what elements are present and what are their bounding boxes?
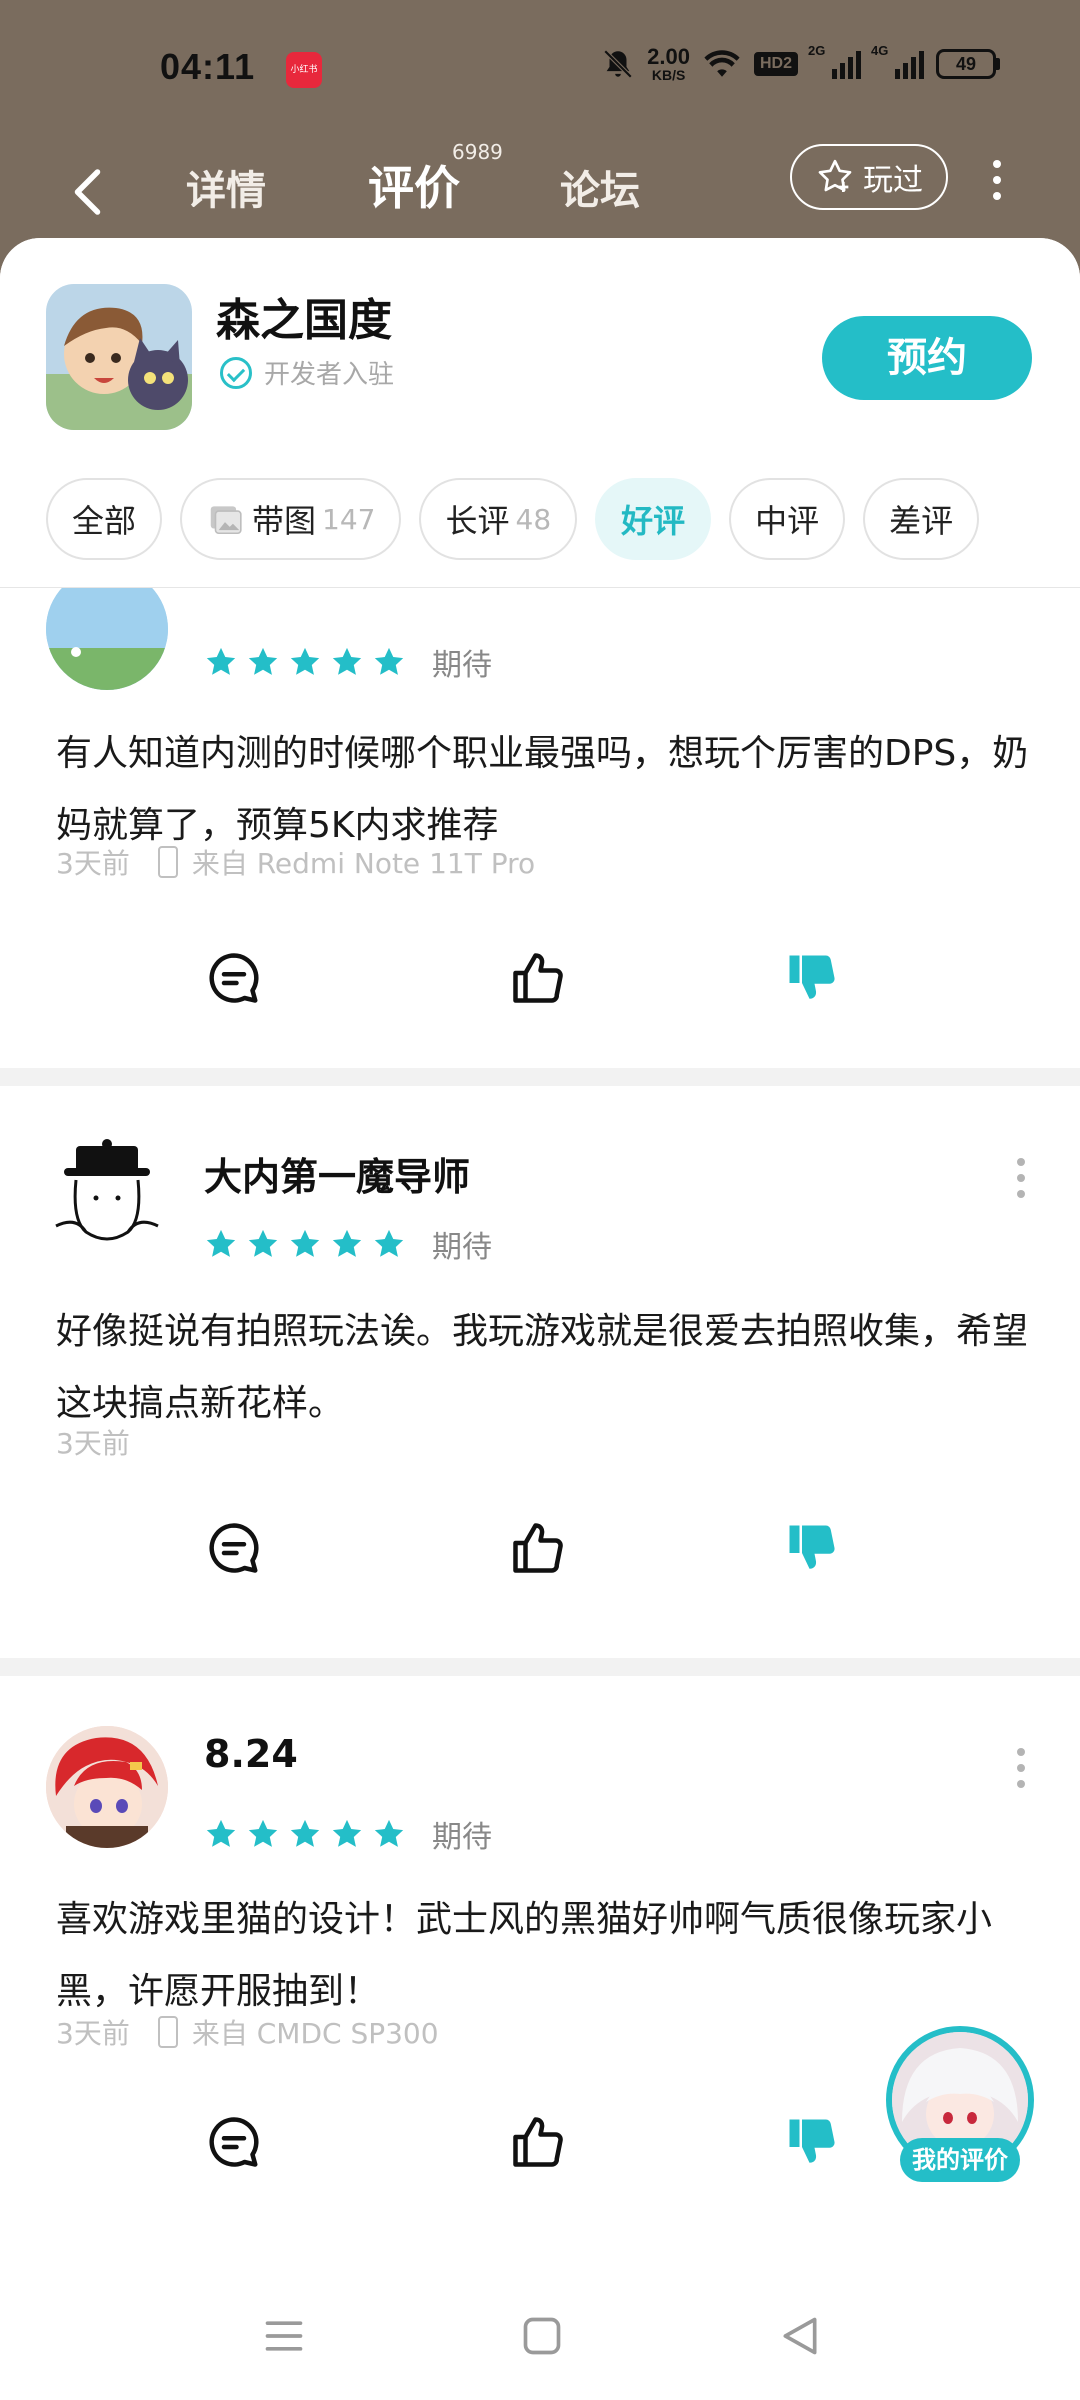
avatar[interactable] <box>46 1726 168 1848</box>
star-icon <box>206 647 236 675</box>
review-tag: 期待 <box>432 648 492 683</box>
filter-long-reviews[interactable]: 长评 48 <box>419 478 578 560</box>
developer-label: 开发者入驻 <box>264 360 395 390</box>
star-icon <box>248 1229 278 1257</box>
star-icon <box>374 1819 404 1847</box>
game-icon[interactable] <box>46 284 192 430</box>
back-arrow-icon[interactable] <box>60 162 120 222</box>
battery-icon: 49 <box>936 49 1000 79</box>
comment-icon[interactable] <box>204 948 264 1008</box>
status-time: 04:11 <box>160 46 256 87</box>
my-review-label: 我的评价 <box>900 2138 1020 2182</box>
star-icon <box>248 1819 278 1847</box>
review-filter-bar: 全部 带图 147 长评 48 好评 中评 差评 <box>46 478 980 560</box>
filter-neutral[interactable]: 中评 <box>729 478 846 560</box>
filter-negative[interactable]: 差评 <box>863 478 980 560</box>
menu-icon[interactable] <box>262 2314 306 2358</box>
star-icon <box>332 647 362 675</box>
review-device: 来自 Redmi Note 11T Pro <box>191 847 536 880</box>
review-meta: 3天前 <box>56 1422 130 1462</box>
xiaohongshu-notification-icon: 小红书 <box>286 52 322 88</box>
verified-check-icon <box>220 356 252 389</box>
star-icon <box>332 1819 362 1847</box>
review-content[interactable]: 有人知道内测的时候哪个职业最强吗，想玩个厉害的DPS，奶妈就算了，预算5K内求推… <box>56 718 1036 862</box>
review-more-icon[interactable] <box>1016 1158 1026 1198</box>
star-icon <box>332 1229 362 1257</box>
tab-details[interactable]: 详情 <box>186 158 266 216</box>
more-options-icon[interactable] <box>982 156 1012 204</box>
star-icon <box>374 647 404 675</box>
star-plus-icon <box>818 159 852 192</box>
reviews-count-badge: 6989 <box>452 140 503 164</box>
review-more-icon[interactable] <box>1016 1748 1026 1788</box>
review-time: 3天前 <box>56 2017 130 2050</box>
star-icon <box>290 1819 320 1847</box>
review-divider <box>0 1658 1080 1676</box>
review-time: 3天前 <box>56 1427 130 1460</box>
reserve-button[interactable]: 预约 <box>822 316 1032 400</box>
system-navigation-bar <box>0 2270 1080 2400</box>
review-username[interactable]: 大内第一魔导师 <box>204 1146 470 1201</box>
review-tag: 期待 <box>432 1820 492 1855</box>
thumbs-up-icon[interactable] <box>508 948 568 1008</box>
status-indicators: 2.00 KB/S HD2 2G 4G 49 <box>601 43 1000 83</box>
star-icon <box>206 1819 236 1847</box>
phone-icon <box>157 2016 178 2048</box>
review-card: 8.24 期待 喜欢游戏里猫的设计！武士风的黑猫好帅啊气质很像玩家小黑，许愿开服… <box>0 1676 1080 2276</box>
star-icon <box>206 1229 236 1257</box>
comment-icon[interactable] <box>204 2112 264 2172</box>
my-review-button[interactable]: 我的评价 <box>886 2026 1034 2182</box>
star-icon <box>374 1229 404 1257</box>
review-tag: 期待 <box>432 1230 492 1265</box>
star-icon <box>290 1229 320 1257</box>
thumbs-up-icon[interactable] <box>508 2112 568 2172</box>
filter-with-images[interactable]: 带图 147 <box>180 478 402 560</box>
thumbs-down-icon[interactable] <box>782 2112 842 2172</box>
played-button[interactable]: 玩过 <box>790 144 948 210</box>
review-content[interactable]: 喜欢游戏里猫的设计！武士风的黑猫好帅啊气质很像玩家小黑，许愿开服抽到！ <box>56 1884 1036 2028</box>
review-meta: 3天前 来自 Redmi Note 11T Pro <box>56 842 535 882</box>
image-icon <box>210 506 242 535</box>
developer-verified-row: 开发者入驻 <box>220 354 394 391</box>
status-bar: 04:11 小红书 2.00 KB/S HD2 2G 4G 49 <box>0 0 1080 140</box>
rating-stars: 期待 <box>204 640 492 684</box>
filter-all[interactable]: 全部 <box>46 478 163 560</box>
mute-bell-icon <box>603 49 633 79</box>
rating-stars: 期待 <box>204 1812 492 1856</box>
top-navigation: 详情 评价 6989 论坛 玩过 <box>0 140 1080 240</box>
played-label: 玩过 <box>863 163 923 198</box>
hd-voice-badge: HD2 <box>753 52 798 76</box>
game-title: 森之国度 <box>216 295 392 346</box>
filter-positive[interactable]: 好评 <box>595 478 712 560</box>
star-icon <box>290 647 320 675</box>
review-username[interactable]: 8.24 <box>204 1732 298 1776</box>
thumbs-up-icon[interactable] <box>508 1518 568 1578</box>
rating-stars: 期待 <box>204 1222 492 1266</box>
thumbs-down-icon[interactable] <box>782 948 842 1008</box>
review-divider <box>0 1068 1080 1086</box>
game-header: 森之国度 开发者入驻 预约 全部 带图 147 长评 48 好评 中评 差评 <box>0 238 1080 588</box>
review-actions <box>0 948 1080 1028</box>
home-square-icon[interactable] <box>520 2314 564 2358</box>
comment-icon[interactable] <box>204 1518 264 1578</box>
network-speed: 2.00 KB/S <box>647 44 690 83</box>
review-actions <box>0 1518 1080 1598</box>
star-icon <box>248 647 278 675</box>
review-content[interactable]: 好像挺说有拍照玩法诶。我玩游戏就是很爱去拍照收集，希望这块搞点新花样。 <box>56 1296 1036 1440</box>
signal-2g-icon: 2G <box>808 43 861 79</box>
review-card: 大内第一魔导师 期待 好像挺说有拍照玩法诶。我玩游戏就是很爱去拍照收集，希望这块… <box>0 1086 1080 1676</box>
wifi-icon <box>704 50 740 77</box>
tab-forum[interactable]: 论坛 <box>560 158 640 216</box>
review-time: 3天前 <box>56 847 130 880</box>
signal-4g-icon: 4G <box>871 43 924 79</box>
back-triangle-icon[interactable] <box>778 2314 822 2358</box>
avatar[interactable] <box>46 1136 168 1258</box>
phone-icon <box>157 846 178 878</box>
review-device: 来自 CMDC SP300 <box>191 2017 439 2050</box>
thumbs-down-icon[interactable] <box>782 1518 842 1578</box>
tab-reviews[interactable]: 评价 <box>368 152 460 218</box>
review-meta: 3天前 来自 CMDC SP300 <box>56 2012 439 2052</box>
